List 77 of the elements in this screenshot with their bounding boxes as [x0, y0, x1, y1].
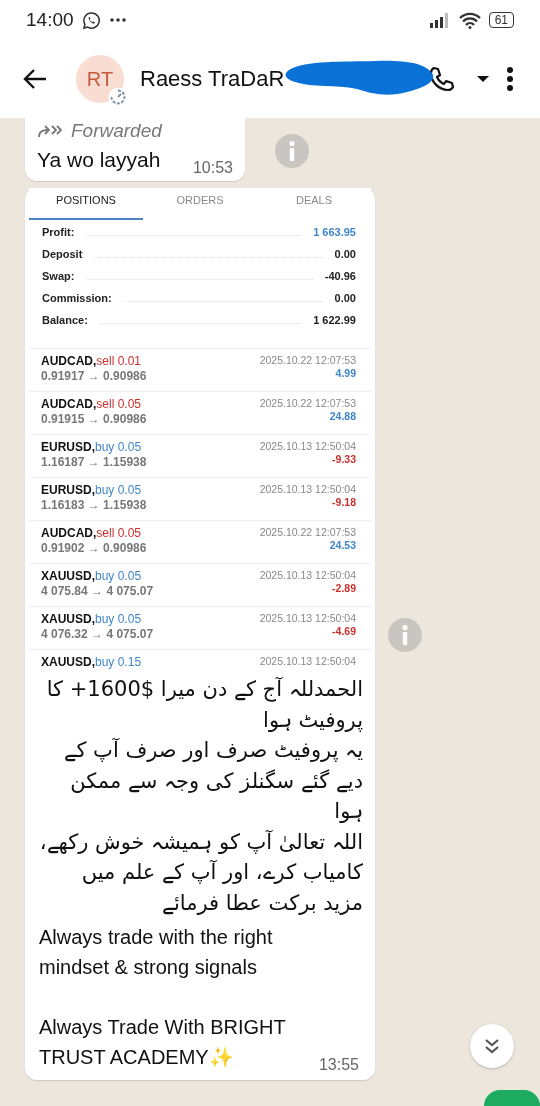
chat-app-icon: [81, 10, 101, 30]
position-prices: 0.91917 → 0.90986: [41, 369, 147, 383]
summary-label: Commission:: [42, 292, 112, 304]
position-time: 2025.10.13 12:50:04: [259, 483, 356, 495]
position-profit: 24.88: [329, 410, 356, 422]
menu-icon[interactable]: [506, 66, 514, 92]
tab[interactable]: POSITIONS: [29, 188, 143, 220]
summary-value: 1 622.99: [313, 314, 356, 326]
position-order: sell 0.05: [96, 397, 142, 411]
position-time: 2025.10.13 12:50:04: [259, 569, 356, 581]
position-prices: 4 076.32 → 4 075.07: [41, 627, 154, 641]
battery-indicator: 61: [488, 12, 514, 28]
position-profit: 4.99: [335, 367, 356, 379]
summary-label: Swap:: [42, 270, 75, 282]
position-prices: 0.91915 → 0.90986: [41, 412, 147, 426]
position-symbol: AUDCAD,: [41, 397, 97, 411]
position-symbol: AUDCAD,: [41, 354, 97, 368]
message-bubble[interactable]: [25, 188, 375, 1080]
position-symbol: AUDCAD,: [41, 526, 97, 540]
position-symbol: XAUUSD,: [41, 612, 95, 626]
position-prices: 4 075.84 → 4 075.07: [41, 584, 154, 598]
position-profit: -9.33: [332, 453, 356, 465]
summary-value: 0.00: [334, 248, 356, 260]
position-symbol: XAUUSD,: [41, 569, 95, 583]
message-time: 13:55: [318, 1056, 359, 1074]
message-text: Always trade with the right mindset & strong signals: [39, 925, 274, 980]
position-symbol: XAUUSD,: [41, 655, 95, 669]
position-prices: 1.16187 → 1.15938: [41, 455, 147, 469]
message-text: الحمدللہ آج کے دن میرا $1600+ کا پروفیٹ ہوا: [45, 676, 363, 734]
position-prices: 0.91902 → 0.90986: [41, 541, 147, 555]
double-chevron-icon: [483, 1037, 501, 1055]
position-order: sell 0.05: [96, 526, 142, 540]
position-symbol: EURUSD,: [41, 440, 95, 454]
position-profit: -4.69: [332, 625, 356, 637]
message-text: یہ پروفیٹ صرف اور صرف آپ کے دیے گئے سگنلز کی وجہ سے ممکن ہوا: [63, 737, 363, 825]
message-text: Always Trade With BRIGHT TRUST ACADEMY✨: [39, 1015, 287, 1070]
tab[interactable]: DEALS: [257, 188, 371, 220]
message-time: 10:53: [192, 159, 233, 177]
position-time: 2025.10.22 12:07:53: [259, 354, 356, 366]
summary-value: 1 663.95: [313, 226, 356, 238]
position-prices: 1.16183 → 1.15938: [41, 498, 147, 512]
position-order: sell 0.01: [96, 354, 142, 368]
position-order: buy 0.05: [95, 483, 142, 497]
summary-value: 0.00: [334, 292, 356, 304]
summary-label: Profit:: [42, 226, 75, 238]
position-profit: -2.89: [332, 582, 356, 594]
message-text: Ya wo layyah: [37, 147, 161, 173]
summary-label: Balance:: [42, 314, 88, 326]
position-order: buy 0.05: [95, 440, 142, 454]
caret-icon[interactable]: [476, 75, 490, 83]
position-time: 2025.10.13 12:50:04: [259, 655, 356, 667]
position-profit: -9.18: [332, 496, 356, 508]
position-time: 2025.10.13 12:50:04: [259, 440, 356, 452]
message-bubble[interactable]: Forwarded Ya wo layyah 10:53: [25, 118, 245, 181]
message-text: اللہ تعالیٰ آپ کو ہمیشہ خوش رکھے، کامیاب کرے، اور آپ کے علم میں مزید برکت عطا فرمائے: [38, 828, 363, 917]
position-time: 2025.10.22 12:07:53: [259, 526, 356, 538]
position-time: 2025.10.22 12:07:53: [259, 397, 356, 409]
signal-icon: [428, 12, 451, 28]
position-profit: 24.53: [329, 539, 356, 551]
forward-icon: [37, 124, 63, 138]
status-time: 14:00: [26, 9, 74, 31]
phone-icon[interactable]: [428, 65, 456, 93]
wifi-icon: [458, 11, 481, 29]
position-order: buy 0.15: [95, 655, 142, 669]
forwarded-label: Forwarded: [71, 119, 162, 143]
scroll-down-button[interactable]: [470, 1024, 514, 1068]
back-arrow-icon[interactable]: [22, 68, 48, 90]
position-time: 2025.10.13 12:50:04: [259, 612, 356, 624]
timer-icon: [108, 87, 128, 107]
summary-label: Deposit: [42, 248, 83, 260]
position-order: buy 0.05: [95, 612, 142, 626]
position-order: buy 0.05: [95, 569, 142, 583]
tab[interactable]: ORDERS: [143, 188, 257, 220]
contact-name[interactable]: Raess TraDaR: [140, 66, 285, 92]
summary-value: -40.96: [324, 270, 356, 282]
position-symbol: EURUSD,: [41, 483, 95, 497]
more-notifications-icon: [108, 17, 127, 23]
